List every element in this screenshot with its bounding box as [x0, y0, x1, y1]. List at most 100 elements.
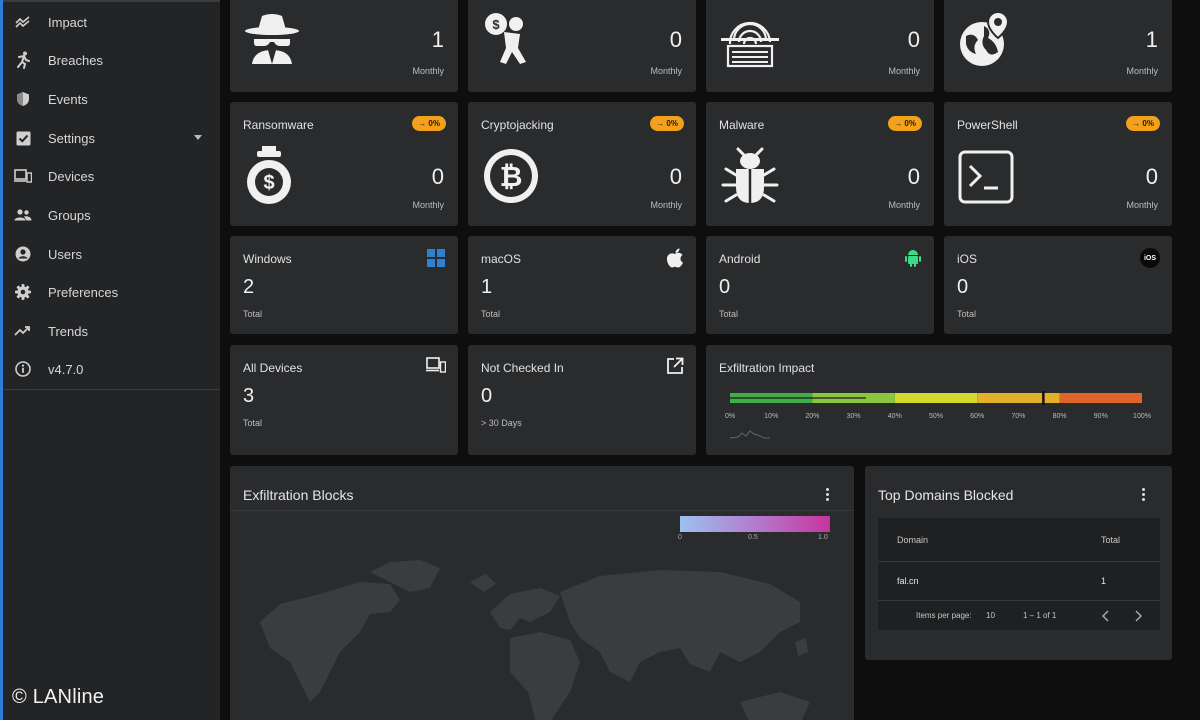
platform-count: 2 — [243, 276, 255, 298]
platform-sub: Total — [719, 309, 739, 319]
sidebar-item-trends[interactable]: Trends — [3, 312, 220, 350]
map-legend-gradient — [680, 516, 830, 532]
trend-badge: → 0% — [888, 116, 922, 131]
stat-value: 0 — [669, 27, 682, 52]
svg-text:$: $ — [492, 17, 500, 32]
fingerprint-icon — [721, 21, 779, 68]
impact-icon — [13, 12, 33, 32]
stat-card-fingerprint[interactable]: 0 Monthly — [706, 0, 934, 92]
platform-count: 1 — [481, 276, 493, 298]
ios-icon: iOS — [1140, 248, 1160, 268]
bug-icon — [721, 147, 779, 203]
stat-value: 0 — [431, 164, 444, 189]
more-vert-icon[interactable] — [826, 488, 830, 503]
card-title: Cryptojacking — [481, 118, 554, 132]
sidebar-item-settings[interactable]: Settings — [3, 119, 220, 157]
scale-tick: 60% — [970, 413, 985, 420]
top-domains-card: Top Domains Blocked Domain Total fal.cn … — [865, 466, 1172, 660]
sidebar-item-label: Settings — [48, 130, 95, 146]
table-row[interactable]: fal.cn 1 — [878, 562, 1160, 601]
threat-card-malware[interactable]: Malware → 0% 0 Monthly — [706, 102, 934, 226]
items-per-page-select[interactable]: 10 — [986, 611, 995, 620]
scale-tick: 50% — [928, 413, 944, 420]
checkbox-icon — [13, 128, 33, 148]
sidebar-item-preferences[interactable]: Preferences — [3, 273, 220, 311]
exfiltration-impact-card[interactable]: Exfiltration Impact 0% 10% 20% 30% 40% 50% 60%… — [706, 345, 1172, 455]
android-icon — [905, 250, 921, 267]
stat-value: 0 — [1145, 164, 1158, 189]
exfiltration-blocks-card: Exfiltration Blocks 0 0.5 1.0 — [230, 466, 854, 720]
svg-text:₿: ₿ — [500, 160, 523, 193]
money-lock-icon: $ — [247, 146, 291, 204]
sidebar-item-devices[interactable]: Devices — [3, 157, 220, 195]
scale-tick: 0% — [724, 413, 736, 420]
sidebar-item-label: Trends — [48, 323, 88, 339]
sidebar: Impact Breaches Events Settings Devices … — [0, 0, 220, 720]
card-title: All Devices — [243, 361, 303, 375]
globe-pin-icon — [960, 12, 1010, 66]
platform-card-windows[interactable]: Windows 2 Total — [230, 236, 458, 334]
trending-up-icon — [13, 321, 33, 341]
shield-icon — [13, 89, 33, 109]
not-checked-in-card[interactable]: Not Checked In 0 > 30 Days — [468, 345, 696, 455]
trend-badge: → 0% — [650, 116, 684, 131]
platform-sub: Total — [957, 309, 977, 319]
stat-period: Monthly — [888, 66, 920, 76]
stat-value: 1 — [1145, 27, 1158, 52]
stat-value: 1 — [431, 27, 444, 52]
sidebar-item-label: Breaches — [48, 52, 103, 68]
apple-icon — [666, 248, 683, 268]
threat-card-powershell[interactable]: PowerShell → 0% 0 Monthly — [944, 102, 1172, 226]
open-in-new-icon[interactable] — [666, 357, 684, 375]
platform-card-macos[interactable]: macOS 1 Total — [468, 236, 696, 334]
sidebar-item-label: Events — [48, 91, 88, 107]
gauge-segment-3 — [977, 393, 1060, 403]
devices-icon — [13, 166, 33, 186]
sidebar-item-groups[interactable]: Groups — [3, 196, 220, 234]
sidebar-item-events[interactable]: Events — [3, 80, 220, 118]
stat-period: Monthly — [412, 200, 444, 210]
card-title: macOS — [481, 252, 522, 266]
more-vert-icon[interactable] — [1142, 488, 1146, 503]
stat-card-spy[interactable]: 1 Monthly — [230, 0, 458, 92]
not-checked-count: 0 — [481, 385, 493, 407]
stat-period: Monthly — [1126, 66, 1158, 76]
all-devices-card[interactable]: All Devices 3 Total — [230, 345, 458, 455]
sidebar-item-users[interactable]: Users — [3, 235, 220, 273]
devices-sub: Total — [243, 418, 263, 428]
domain-cell: fal.cn — [897, 576, 919, 586]
sidebar-item-version[interactable]: v4.7.0 — [3, 350, 220, 388]
card-divider — [230, 510, 854, 511]
sidebar-item-breaches[interactable]: Breaches — [3, 41, 220, 79]
runner-icon — [13, 50, 33, 70]
copyright-watermark: © LANline — [12, 686, 105, 708]
scale-tick: 90% — [1093, 413, 1108, 420]
stat-card-globe[interactable]: 1 Monthly — [944, 0, 1172, 92]
scale-tick: 40% — [887, 413, 902, 420]
scale-tick: 100% — [1133, 413, 1151, 420]
sidebar-item-label: Groups — [48, 207, 91, 223]
sidebar-item-label: Users — [48, 246, 82, 262]
world-map[interactable] — [240, 552, 844, 720]
threat-card-cryptojacking[interactable]: Cryptojacking → 0% ₿ 0 Monthly — [468, 102, 696, 226]
card-title: Ransomware — [243, 118, 314, 132]
sidebar-item-label: Devices — [48, 168, 95, 184]
chevron-left-icon[interactable] — [1102, 610, 1110, 622]
column-header-total[interactable]: Total — [1101, 535, 1120, 545]
gauge-segment-4 — [1059, 393, 1142, 403]
map-legend-ticks: 0 0.5 1.0 — [678, 534, 828, 541]
platform-card-android[interactable]: Android 0 Total — [706, 236, 934, 334]
chevron-down-icon[interactable] — [194, 135, 202, 140]
platform-card-ios[interactable]: iOS iOS 0 Total — [944, 236, 1172, 334]
sidebar-item-label: Preferences — [48, 284, 119, 300]
chevron-right-icon[interactable] — [1134, 610, 1142, 622]
stat-card-thief[interactable]: $ 0 Monthly — [468, 0, 696, 92]
scale-tick: 80% — [1052, 413, 1067, 420]
card-title: Not Checked In — [481, 361, 564, 375]
sidebar-item-impact[interactable]: Impact — [3, 3, 220, 41]
scale-tick: 30% — [846, 413, 861, 420]
sidebar-divider — [3, 389, 220, 390]
threat-card-ransomware[interactable]: Ransomware → 0% $ 0 Monthly — [230, 102, 458, 226]
sidebar-top-divider — [3, 0, 220, 2]
column-header-domain[interactable]: Domain — [897, 535, 928, 545]
